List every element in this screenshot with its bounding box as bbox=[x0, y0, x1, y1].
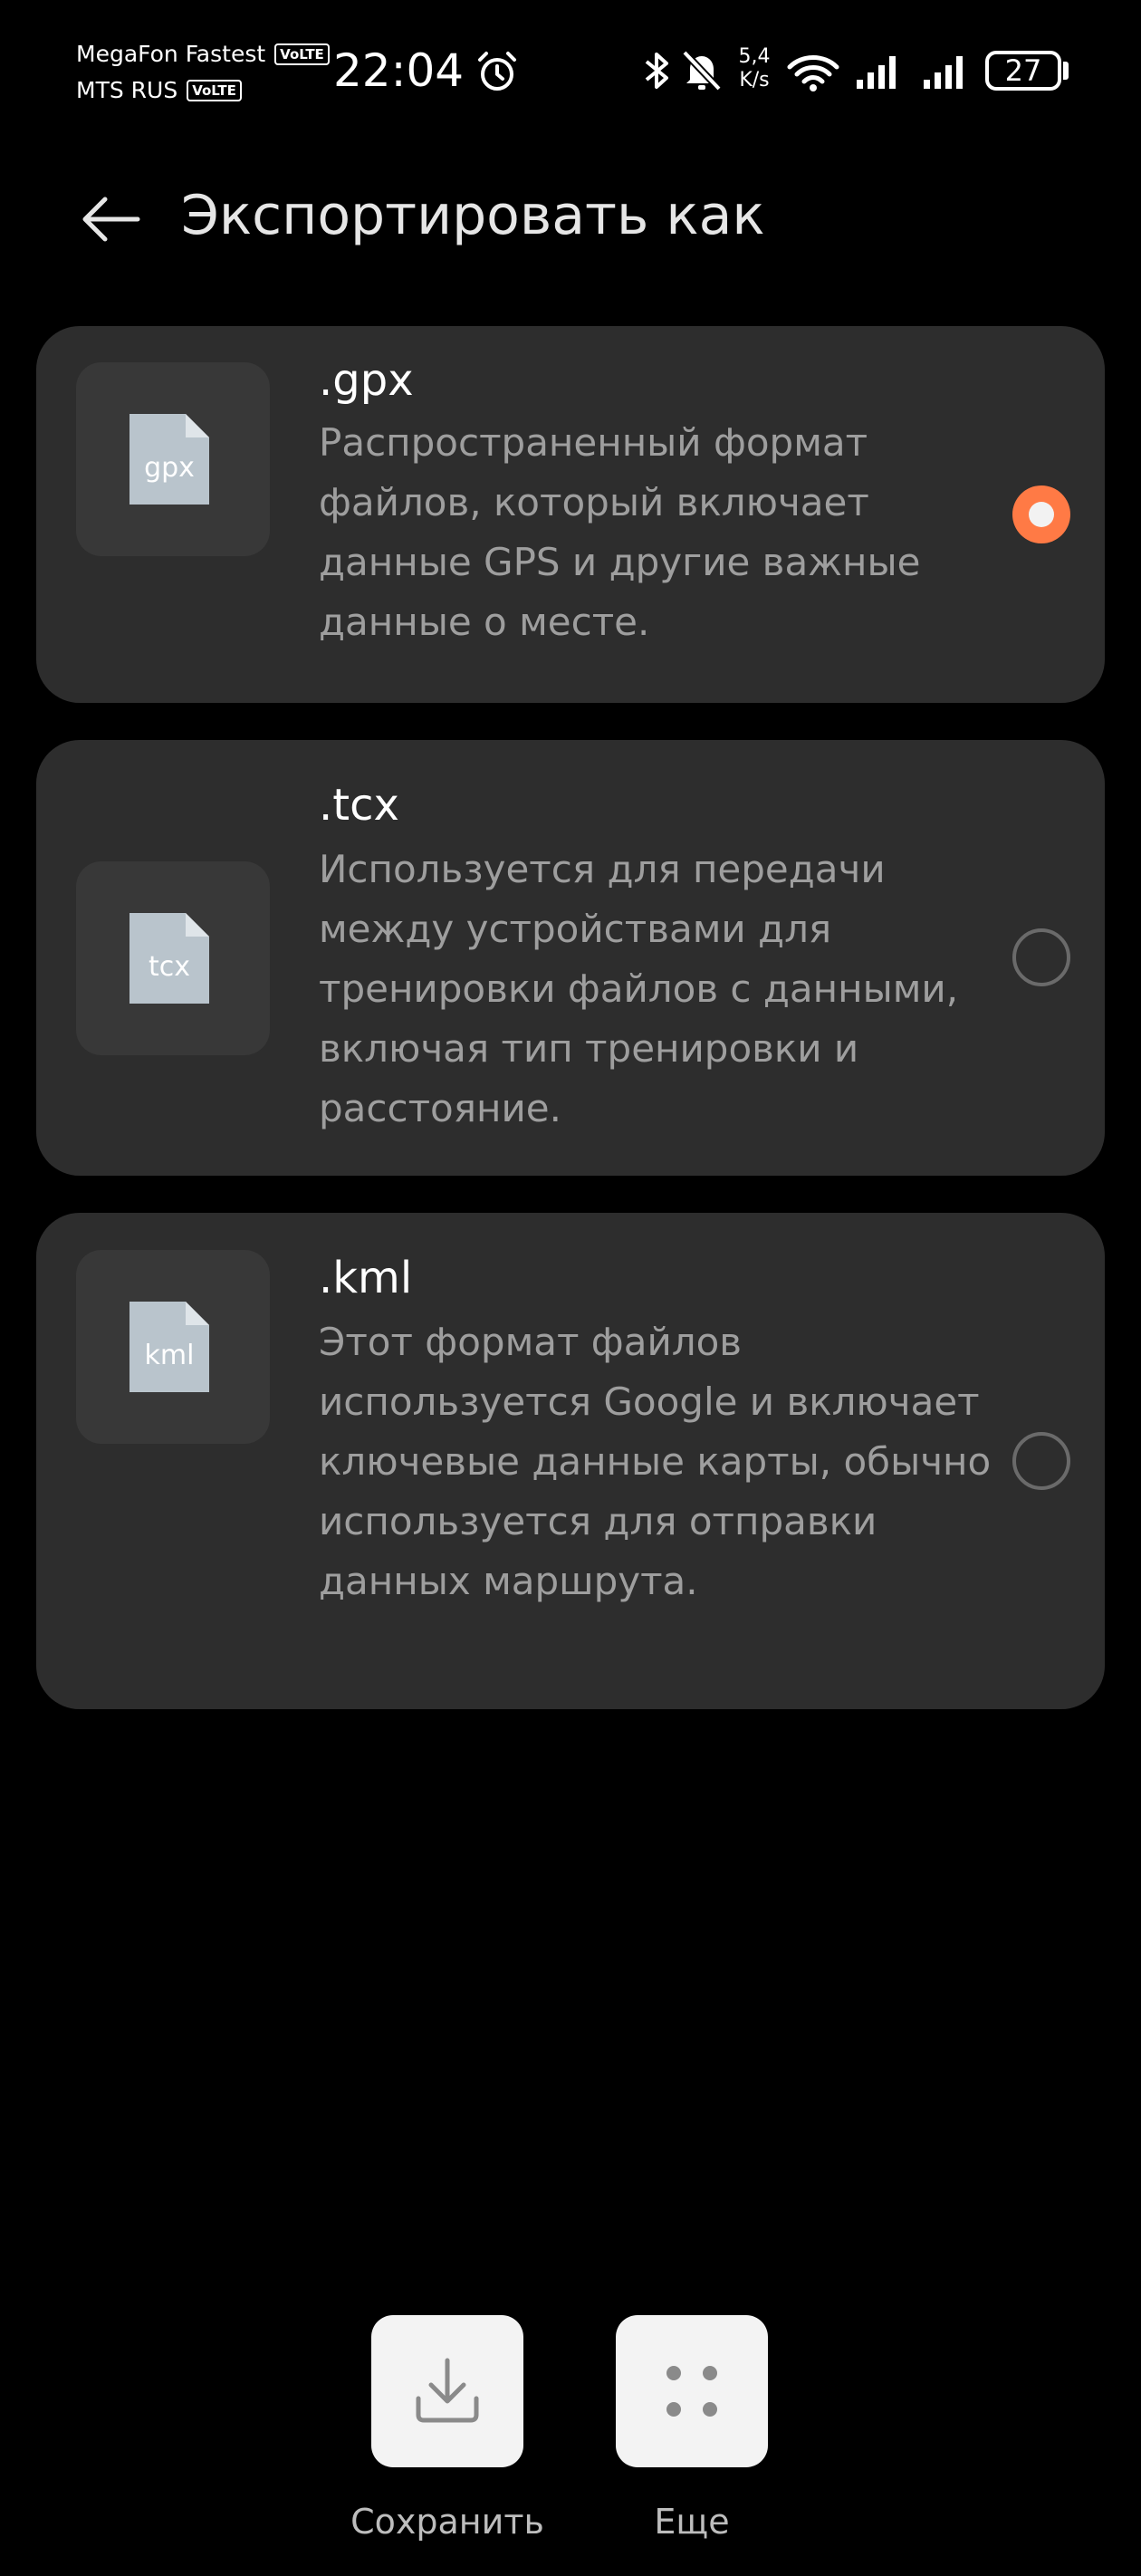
format-description: Используется для передачи между устройст… bbox=[319, 847, 959, 1130]
format-title: .tcx bbox=[319, 780, 399, 831]
muted-bell-icon bbox=[682, 50, 722, 91]
file-extension-label: kml bbox=[144, 1340, 195, 1371]
more-dots-icon bbox=[666, 2366, 717, 2417]
more-button[interactable] bbox=[616, 2315, 768, 2467]
file-icon-tile: kml bbox=[76, 1250, 270, 1444]
radio-button-selected[interactable] bbox=[1012, 485, 1070, 543]
format-option-kml[interactable]: kml .kml Этот формат файлов используется… bbox=[36, 1213, 1105, 1709]
signal-icon bbox=[924, 56, 963, 89]
file-extension-label: gpx bbox=[144, 452, 195, 484]
alarm-icon bbox=[478, 52, 516, 91]
download-icon bbox=[416, 2358, 479, 2423]
save-action: Сохранить bbox=[339, 2315, 556, 2543]
page-title: Экспортировать как bbox=[181, 184, 765, 247]
format-option-tcx[interactable]: tcx .tcx Используется для передачи между… bbox=[36, 740, 1105, 1176]
status-bar: MegaFon Fastest VoLTE MTS RUS VoLTE 22:0… bbox=[0, 0, 1141, 145]
volte-badge: VoLTE bbox=[274, 43, 330, 65]
network-speed-value: 5,4 bbox=[738, 45, 771, 68]
format-option-gpx[interactable]: gpx .gpx Распространенный формат файлов,… bbox=[36, 326, 1105, 703]
carrier-2: MTS RUS VoLTE bbox=[76, 72, 330, 109]
carrier-info: MegaFon Fastest VoLTE MTS RUS VoLTE bbox=[76, 36, 330, 109]
carrier-1: MegaFon Fastest VoLTE bbox=[76, 36, 330, 72]
carrier-2-name: MTS RUS bbox=[76, 77, 178, 103]
file-icon-tile: gpx bbox=[76, 362, 270, 556]
volte-badge: VoLTE bbox=[187, 80, 242, 101]
bluetooth-icon bbox=[645, 53, 668, 89]
file-icon: kml bbox=[129, 1302, 209, 1392]
back-button[interactable] bbox=[69, 178, 152, 261]
wifi-icon bbox=[787, 55, 839, 91]
save-label: Сохранить bbox=[350, 2502, 544, 2542]
file-extension-label: tcx bbox=[148, 951, 190, 983]
radio-button[interactable] bbox=[1012, 928, 1070, 986]
file-icon: tcx bbox=[129, 913, 209, 1004]
file-icon-tile: tcx bbox=[76, 861, 270, 1055]
file-icon: gpx bbox=[129, 414, 209, 505]
arrow-left-icon bbox=[82, 197, 140, 242]
carrier-1-name: MegaFon Fastest bbox=[76, 41, 266, 67]
more-label: Еще bbox=[654, 2502, 730, 2542]
radio-button[interactable] bbox=[1012, 1432, 1070, 1490]
format-title: .kml bbox=[319, 1253, 413, 1303]
signal-icon bbox=[857, 56, 896, 89]
more-action: Еще bbox=[583, 2315, 801, 2543]
format-description: Этот формат файлов используется Google и… bbox=[319, 1320, 992, 1603]
network-speed: 5,4 K/s bbox=[732, 45, 777, 92]
battery-tip bbox=[1063, 62, 1069, 80]
save-button[interactable] bbox=[371, 2315, 523, 2467]
network-speed-unit: K/s bbox=[739, 69, 770, 91]
clock: 22:04 bbox=[333, 44, 465, 97]
format-title: .gpx bbox=[319, 355, 414, 406]
battery-indicator: 27 bbox=[985, 51, 1061, 91]
format-description: Распространенный формат файлов, который … bbox=[319, 420, 921, 644]
